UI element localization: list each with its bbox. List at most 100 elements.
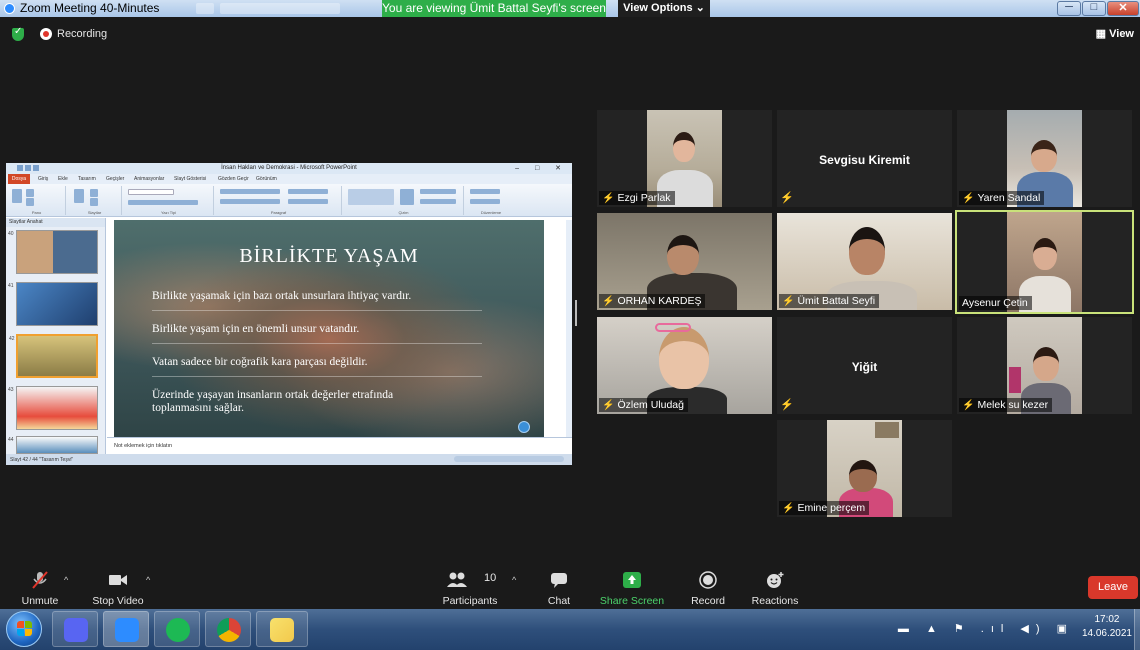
participant-tile[interactable]: ⚡ ORHAN KARDEŞ [597, 213, 772, 310]
participants-button[interactable]: 10 Participants [430, 563, 510, 609]
encryption-shield-icon[interactable] [12, 26, 24, 41]
powerpoint-status-bar: Slayt 42 / 44 "Tasarım Teşvi" [6, 454, 572, 465]
taskbar-app-chrome[interactable] [205, 611, 251, 647]
view-options-button[interactable]: View Options ⌄ [618, 0, 710, 17]
participant-name: ⚡ ORHAN KARDEŞ [599, 294, 706, 308]
gallery-view-button[interactable]: ▦ View [1096, 27, 1134, 40]
participant-tile[interactable]: Sevgisu Kiremit ⚡ [777, 110, 952, 207]
unmute-button[interactable]: Unmute [0, 563, 80, 609]
window-title-bar: Zoom Meeting 40-Minutes You are viewing … [0, 0, 1140, 17]
taskbar-app-spotify[interactable] [154, 611, 200, 647]
ribbon-group-paragraph: Paragraf [216, 186, 342, 215]
slide-bullet: Vatan sadece bir coğrafik kara parçası d… [152, 356, 368, 368]
slide-thumbnail[interactable]: 43 [8, 386, 98, 430]
ribbon-group-slides: Slaytlar [68, 186, 122, 215]
participant-tile[interactable]: Yiğit ⚡ [777, 317, 952, 414]
participants-icon [447, 572, 468, 587]
smiley-plus-icon [767, 572, 784, 588]
start-button[interactable] [6, 611, 42, 647]
participant-tile[interactable]: ⚡ Ezgi Parlak [597, 110, 772, 207]
slide-divider [152, 376, 482, 377]
taskbar-clock[interactable]: 17:02 14.06.2021 [1082, 613, 1132, 641]
file-tab: Dosya [8, 174, 30, 184]
powerpoint-title: İnsan Hakları ve Demokrasi - Microsoft P… [221, 165, 357, 171]
grid-icon: ▦ [1095, 28, 1110, 40]
system-tray-icons[interactable]: ▬ ▲ ⚑ .ıl ◀) ▣ [898, 622, 1074, 635]
clock-time: 17:02 [1094, 614, 1120, 625]
slide-thumbnail[interactable]: 40 [8, 230, 98, 274]
screen-splitter-handle[interactable] [575, 300, 577, 326]
muted-mic-icon: ⚡ [602, 296, 615, 307]
participant-name: ⚡ Ezgi Parlak [599, 191, 675, 205]
ribbon-tab: Animasyonlar [134, 176, 165, 182]
close-button[interactable]: ✕ [1107, 1, 1139, 16]
undo-icon [25, 165, 31, 171]
zoom-slider[interactable] [454, 456, 564, 462]
muted-mic-icon: ⚡ [962, 193, 975, 204]
taskbar-app-sticky-notes[interactable] [256, 611, 308, 647]
slide-divider [152, 310, 482, 311]
muted-mic-icon: ⚡ [782, 296, 795, 307]
participant-name: Aysenur Çetin [959, 296, 1032, 310]
video-options-caret[interactable]: ^ [146, 575, 150, 585]
clock-date: 14.06.2021 [1081, 628, 1132, 639]
slide-bullet: Birlikte yaşam için en önemli unsur vata… [152, 323, 360, 335]
ribbon-group-clipboard: Pano [8, 186, 66, 215]
video-camera-icon [109, 575, 127, 585]
slide-canvas[interactable]: BİRLİKTE YAŞAM Birlikte yaşamak için baz… [114, 220, 544, 437]
participant-tile-active-speaker[interactable]: Aysenur Çetin [955, 210, 1134, 314]
minimize-button[interactable]: ─ [1057, 1, 1081, 16]
slide-bullet: Üzerinde yaşayan insanların ortak değerl… [152, 389, 394, 401]
meeting-status-bar: Recording ▦ View [0, 24, 1140, 44]
viewing-screen-banner: You are viewing Ümit Battal Seyfi's scre… [382, 0, 606, 17]
slide-number: 44 [8, 437, 14, 443]
show-desktop-button[interactable] [1134, 609, 1140, 650]
slide-number: 43 [8, 387, 14, 393]
maximize-button[interactable]: □ [1082, 1, 1106, 16]
ribbon-tab: Geçişler [106, 176, 125, 182]
taskbar-app-discord[interactable] [52, 611, 98, 647]
quick-access-toolbar [9, 165, 49, 172]
chat-button[interactable]: Chat [519, 563, 599, 609]
background-tab-icon [196, 3, 214, 14]
participant-tile[interactable]: ⚡ Emine perçem [777, 420, 952, 517]
slide-title: BİRLİKTE YAŞAM [239, 245, 419, 267]
slide-thumbnails-panel[interactable]: Slaytlar Anahat 40 41 42 43 44 [6, 218, 106, 454]
leave-meeting-button[interactable]: Leave [1088, 576, 1138, 599]
powerpoint-title-bar: İnsan Hakları ve Demokrasi - Microsoft P… [6, 163, 572, 174]
share-screen-button[interactable]: Share Screen [592, 563, 672, 609]
slide-thumbnail-selected[interactable]: 42 [9, 334, 98, 378]
slide-thumbnail[interactable]: 41 [8, 282, 98, 326]
participant-count: 10 [484, 572, 497, 584]
notes-pane[interactable]: Not eklemek için tıklatın [107, 437, 572, 454]
reactions-button[interactable]: Reactions [735, 563, 815, 609]
shared-screen[interactable]: İnsan Hakları ve Demokrasi - Microsoft P… [6, 163, 572, 465]
ribbon-group-drawing: Çizim [344, 186, 464, 215]
participants-options-caret[interactable]: ^ [512, 575, 516, 585]
maximize-icon: □ [1090, 1, 1098, 13]
slide-number: 42 [9, 336, 15, 342]
ribbon-group-font: Yazı Tipi [124, 186, 214, 215]
participant-tile[interactable]: ⚡ Melek su kezer [957, 317, 1132, 414]
stop-video-button[interactable]: Stop Video [78, 563, 158, 609]
slide-thumbnail[interactable]: 44 [8, 436, 98, 454]
audio-options-caret[interactable]: ^ [64, 575, 68, 585]
chrome-icon [217, 618, 241, 642]
spotify-icon [166, 618, 190, 642]
slides-outline-tabs[interactable]: Slaytlar Anahat [6, 218, 105, 227]
recording-icon [40, 28, 52, 40]
meeting-controls-toolbar: Unmute ^ Stop Video ^ 10 Participants ^ … [0, 563, 1140, 609]
muted-mic-icon: ⚡ [962, 400, 975, 411]
taskbar-app-zoom[interactable] [103, 611, 149, 647]
participant-tile[interactable]: ⚡ Yaren Sandal [957, 110, 1132, 207]
participant-name-center: Sevgisu Kiremit [819, 153, 910, 167]
slide-divider [152, 343, 482, 344]
participant-name: ⚡ Emine perçem [779, 501, 870, 515]
powerpoint-window-controls: – □ ✕ [515, 165, 568, 172]
participant-tile[interactable]: ⚡ Özlem Uludağ [597, 317, 772, 414]
minimize-icon: ─ [1065, 1, 1073, 13]
slide-bullet: toplanmasını sağlar. [152, 402, 244, 414]
slide-scrollbar[interactable] [566, 220, 572, 437]
sticky-notes-icon [270, 618, 294, 642]
participant-tile[interactable]: ⚡ Ümit Battal Seyfi [777, 213, 952, 310]
